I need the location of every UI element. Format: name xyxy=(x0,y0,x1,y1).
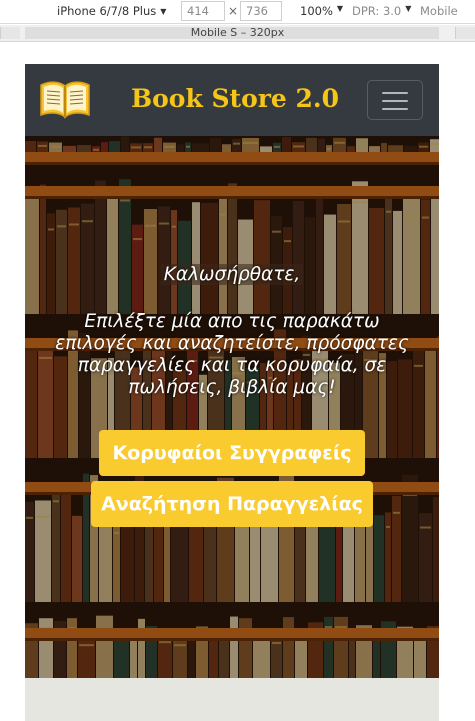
bookshelf-background-image xyxy=(25,136,439,678)
media-query-label: Mobile S – 320px xyxy=(190,26,285,39)
top-authors-button[interactable]: Κορυφαίοι Συγγραφείς xyxy=(99,430,365,476)
chevron-down-icon: ▼ xyxy=(336,4,344,13)
emulated-viewport: Book Store 2.0 Καλωσήρθατε, Επιλέξτε μία… xyxy=(25,64,439,721)
device-name: iPhone 6/7/8 Plus xyxy=(57,4,157,18)
dpr-value: DPR: 3.0 xyxy=(352,4,402,18)
open-book-icon[interactable] xyxy=(39,79,91,119)
navbar: Book Store 2.0 xyxy=(25,64,439,136)
hamburger-menu-icon xyxy=(382,108,408,110)
hero-section: Καλωσήρθατε, Επιλέξτε μία απο τις παρακά… xyxy=(25,136,439,678)
dpr-select[interactable]: DPR: 3.0 ▼ xyxy=(352,4,411,18)
page-footer xyxy=(25,678,439,721)
throttle-select[interactable]: Mobile xyxy=(420,4,458,18)
hamburger-menu-icon xyxy=(382,100,408,102)
hero-welcome: Καλωσήρθατε, xyxy=(25,264,439,286)
device-select[interactable]: iPhone 6/7/8 Plus ▼ xyxy=(57,4,166,18)
hamburger-menu-icon xyxy=(382,92,408,94)
search-order-button[interactable]: Αναζήτηση Παραγγελίας xyxy=(91,481,373,527)
zoom-value: 100% xyxy=(300,4,333,18)
viewport-width-field[interactable]: 414 xyxy=(181,1,225,21)
media-query-bar[interactable]: Mobile S – 320px xyxy=(0,25,475,42)
devtools-toolbar: iPhone 6/7/8 Plus ▼ 414 × 736 100% ▼ DPR… xyxy=(0,0,475,24)
hero-welcome-text: Καλωσήρθατε, xyxy=(160,264,304,285)
viewport-height-field[interactable]: 736 xyxy=(240,1,282,21)
dimension-separator: × xyxy=(228,4,239,18)
chevron-down-icon: ▼ xyxy=(160,6,167,16)
zoom-select[interactable]: 100% ▼ xyxy=(300,4,343,18)
throttle-value: Mobile xyxy=(420,4,458,18)
chevron-down-icon: ▼ xyxy=(405,4,412,13)
brand-title[interactable]: Book Store 2.0 xyxy=(95,84,375,113)
navbar-toggler-button[interactable] xyxy=(367,80,423,120)
hero-message: Επιλέξτε μία απο τις παρακάτω επιλογές κ… xyxy=(55,311,409,398)
